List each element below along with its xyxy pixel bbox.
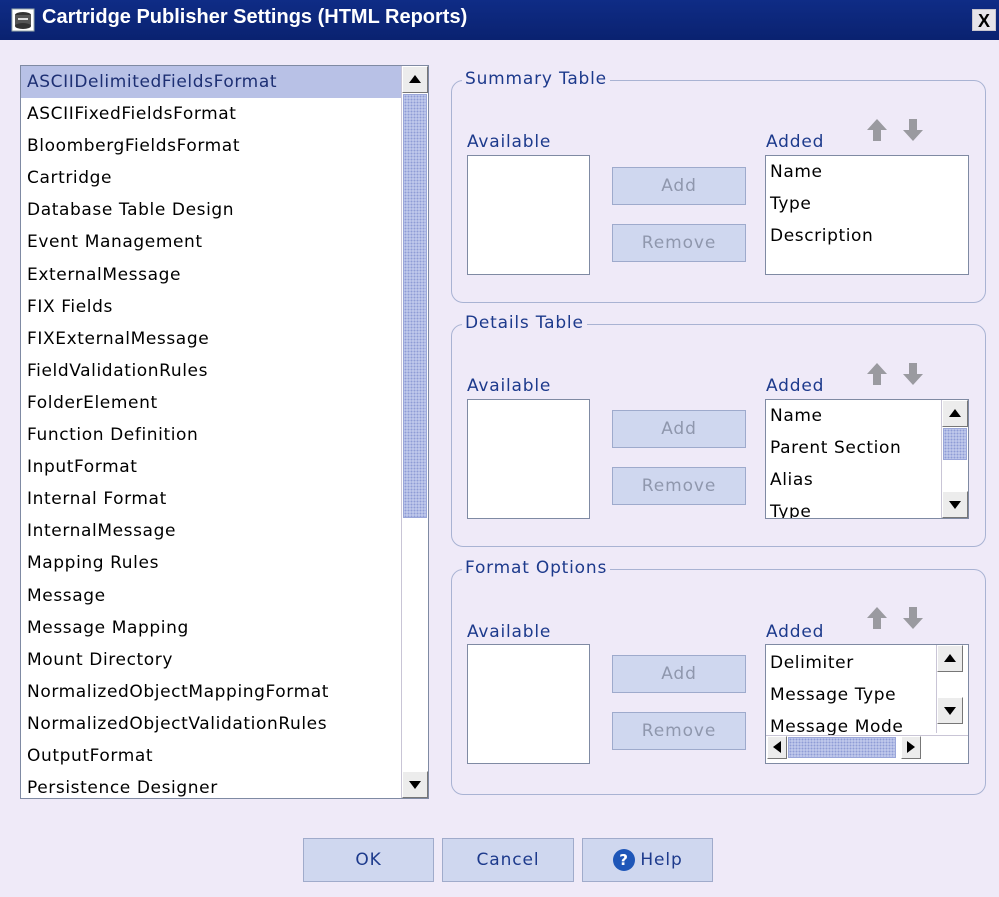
summary-available-label: Available <box>467 132 552 152</box>
item-type-row[interactable]: FIXExternalMessage <box>21 323 401 355</box>
format-added-list[interactable]: Delimiter Message Type Message Mode <box>765 644 969 764</box>
item-type-row[interactable]: NormalizedObjectMappingFormat <box>21 676 401 708</box>
arrow-up-icon <box>944 654 956 662</box>
item-type-row[interactable]: ExternalMessage <box>21 259 401 291</box>
summary-added-label: Added <box>766 132 825 152</box>
move-down-icon[interactable] <box>902 606 924 630</box>
scroll-down-button[interactable] <box>942 491 968 518</box>
item-type-row[interactable]: Message Mapping <box>21 612 401 644</box>
format-remove-button[interactable]: Remove <box>612 712 746 750</box>
item-type-row[interactable]: Persistence Designer <box>21 772 401 798</box>
item-type-rows: ASCIIDelimitedFieldsFormat ASCIIFixedFiel… <box>21 66 401 798</box>
arrow-down-icon <box>409 781 421 789</box>
scroll-up-button[interactable] <box>942 400 968 427</box>
scroll-thumb[interactable] <box>943 428 967 460</box>
list-item[interactable]: Type <box>766 496 941 518</box>
move-down-icon[interactable] <box>902 362 924 386</box>
details-available-label: Available <box>467 376 552 396</box>
arrow-down-icon <box>949 501 961 509</box>
move-up-icon[interactable] <box>866 606 888 630</box>
format-added-vscrollbar[interactable] <box>936 645 963 733</box>
item-type-row[interactable]: Mount Directory <box>21 644 401 676</box>
details-added-label: Added <box>766 376 825 396</box>
list-item[interactable]: Delimiter <box>766 647 936 679</box>
details-remove-button[interactable]: Remove <box>612 467 746 505</box>
list-item[interactable]: Type <box>766 188 968 220</box>
item-type-row[interactable]: NormalizedObjectValidationRules <box>21 708 401 740</box>
scroll-thumb[interactable] <box>403 94 427 518</box>
format-added-hscrollbar[interactable] <box>766 735 968 759</box>
summary-remove-button[interactable]: Remove <box>612 224 746 262</box>
scroll-left-button[interactable] <box>767 736 787 759</box>
move-up-icon[interactable] <box>866 118 888 142</box>
arrow-up-icon <box>949 409 961 417</box>
item-type-row[interactable]: Event Management <box>21 226 401 258</box>
window-title: Cartridge Publisher Settings (HTML Repor… <box>42 6 468 28</box>
help-button[interactable]: ? Help <box>582 838 713 882</box>
item-type-row[interactable]: FIX Fields <box>21 291 401 323</box>
ok-button[interactable]: OK <box>303 838 434 882</box>
item-type-row[interactable]: Internal Format <box>21 483 401 515</box>
title-bar[interactable]: Cartridge Publisher Settings (HTML Repor… <box>0 0 999 40</box>
summary-available-list[interactable] <box>467 155 590 275</box>
move-up-icon[interactable] <box>866 362 888 386</box>
list-item[interactable]: Alias <box>766 464 941 496</box>
details-added-rows: Name Parent Section Alias Type <box>766 400 941 518</box>
item-type-row[interactable]: InputFormat <box>21 451 401 483</box>
arrow-up-icon <box>409 75 421 83</box>
item-type-row[interactable]: FolderElement <box>21 387 401 419</box>
item-type-row[interactable]: OutputFormat <box>21 740 401 772</box>
details-added-list[interactable]: Name Parent Section Alias Type <box>765 399 969 519</box>
help-icon: ? <box>613 849 636 871</box>
list-item[interactable]: Description <box>766 220 968 252</box>
item-type-row[interactable]: FieldValidationRules <box>21 355 401 387</box>
item-type-list-scrollbar[interactable] <box>401 66 428 798</box>
scroll-up-button[interactable] <box>402 66 428 93</box>
summary-table-legend: Summary Table <box>462 69 610 89</box>
app-icon <box>11 8 35 32</box>
scroll-down-button[interactable] <box>937 697 963 724</box>
scroll-right-button[interactable] <box>901 736 921 759</box>
arrow-down-icon <box>944 707 956 715</box>
arrow-left-icon <box>773 741 781 753</box>
item-type-row[interactable]: BloombergFieldsFormat <box>21 130 401 162</box>
arrow-right-icon <box>907 741 915 753</box>
item-type-row[interactable]: Message <box>21 580 401 612</box>
close-button[interactable]: X <box>972 9 996 31</box>
format-added-rows: Delimiter Message Type Message Mode <box>766 647 936 735</box>
format-available-list[interactable] <box>467 644 590 764</box>
format-add-button[interactable]: Add <box>612 655 746 693</box>
format-available-label: Available <box>467 622 552 642</box>
item-type-row[interactable]: Database Table Design <box>21 194 401 226</box>
item-type-row[interactable]: Function Definition <box>21 419 401 451</box>
details-available-list[interactable] <box>467 399 590 519</box>
list-item[interactable]: Name <box>766 400 941 432</box>
scroll-thumb[interactable] <box>788 737 896 758</box>
details-add-button[interactable]: Add <box>612 410 746 448</box>
list-item[interactable]: Message Mode <box>766 711 936 735</box>
dialog-window: Cartridge Publisher Settings (HTML Repor… <box>0 0 999 897</box>
item-type-row[interactable]: InternalMessage <box>21 515 401 547</box>
scroll-down-button[interactable] <box>402 771 428 798</box>
list-item[interactable]: Parent Section <box>766 432 941 464</box>
scroll-up-button[interactable] <box>937 645 963 672</box>
item-type-row[interactable]: ASCIIFixedFieldsFormat <box>21 98 401 130</box>
svg-text:?: ? <box>620 851 630 869</box>
cancel-button[interactable]: Cancel <box>442 838 574 882</box>
move-down-icon[interactable] <box>902 118 924 142</box>
details-added-scrollbar[interactable] <box>941 400 968 518</box>
summary-added-list[interactable]: Name Type Description <box>765 155 969 275</box>
summary-add-button[interactable]: Add <box>612 167 746 205</box>
item-type-row[interactable]: ASCIIDelimitedFieldsFormat <box>21 66 401 99</box>
details-table-legend: Details Table <box>462 313 587 333</box>
item-type-row[interactable]: Cartridge <box>21 162 401 194</box>
item-type-list[interactable]: ASCIIDelimitedFieldsFormat ASCIIFixedFiel… <box>20 65 429 799</box>
list-item[interactable]: Name <box>766 156 968 188</box>
item-type-row[interactable]: Mapping Rules <box>21 547 401 579</box>
format-options-legend: Format Options <box>462 558 611 578</box>
list-item[interactable]: Message Type <box>766 679 936 711</box>
format-added-label: Added <box>766 622 825 642</box>
help-label: Help <box>640 850 683 870</box>
